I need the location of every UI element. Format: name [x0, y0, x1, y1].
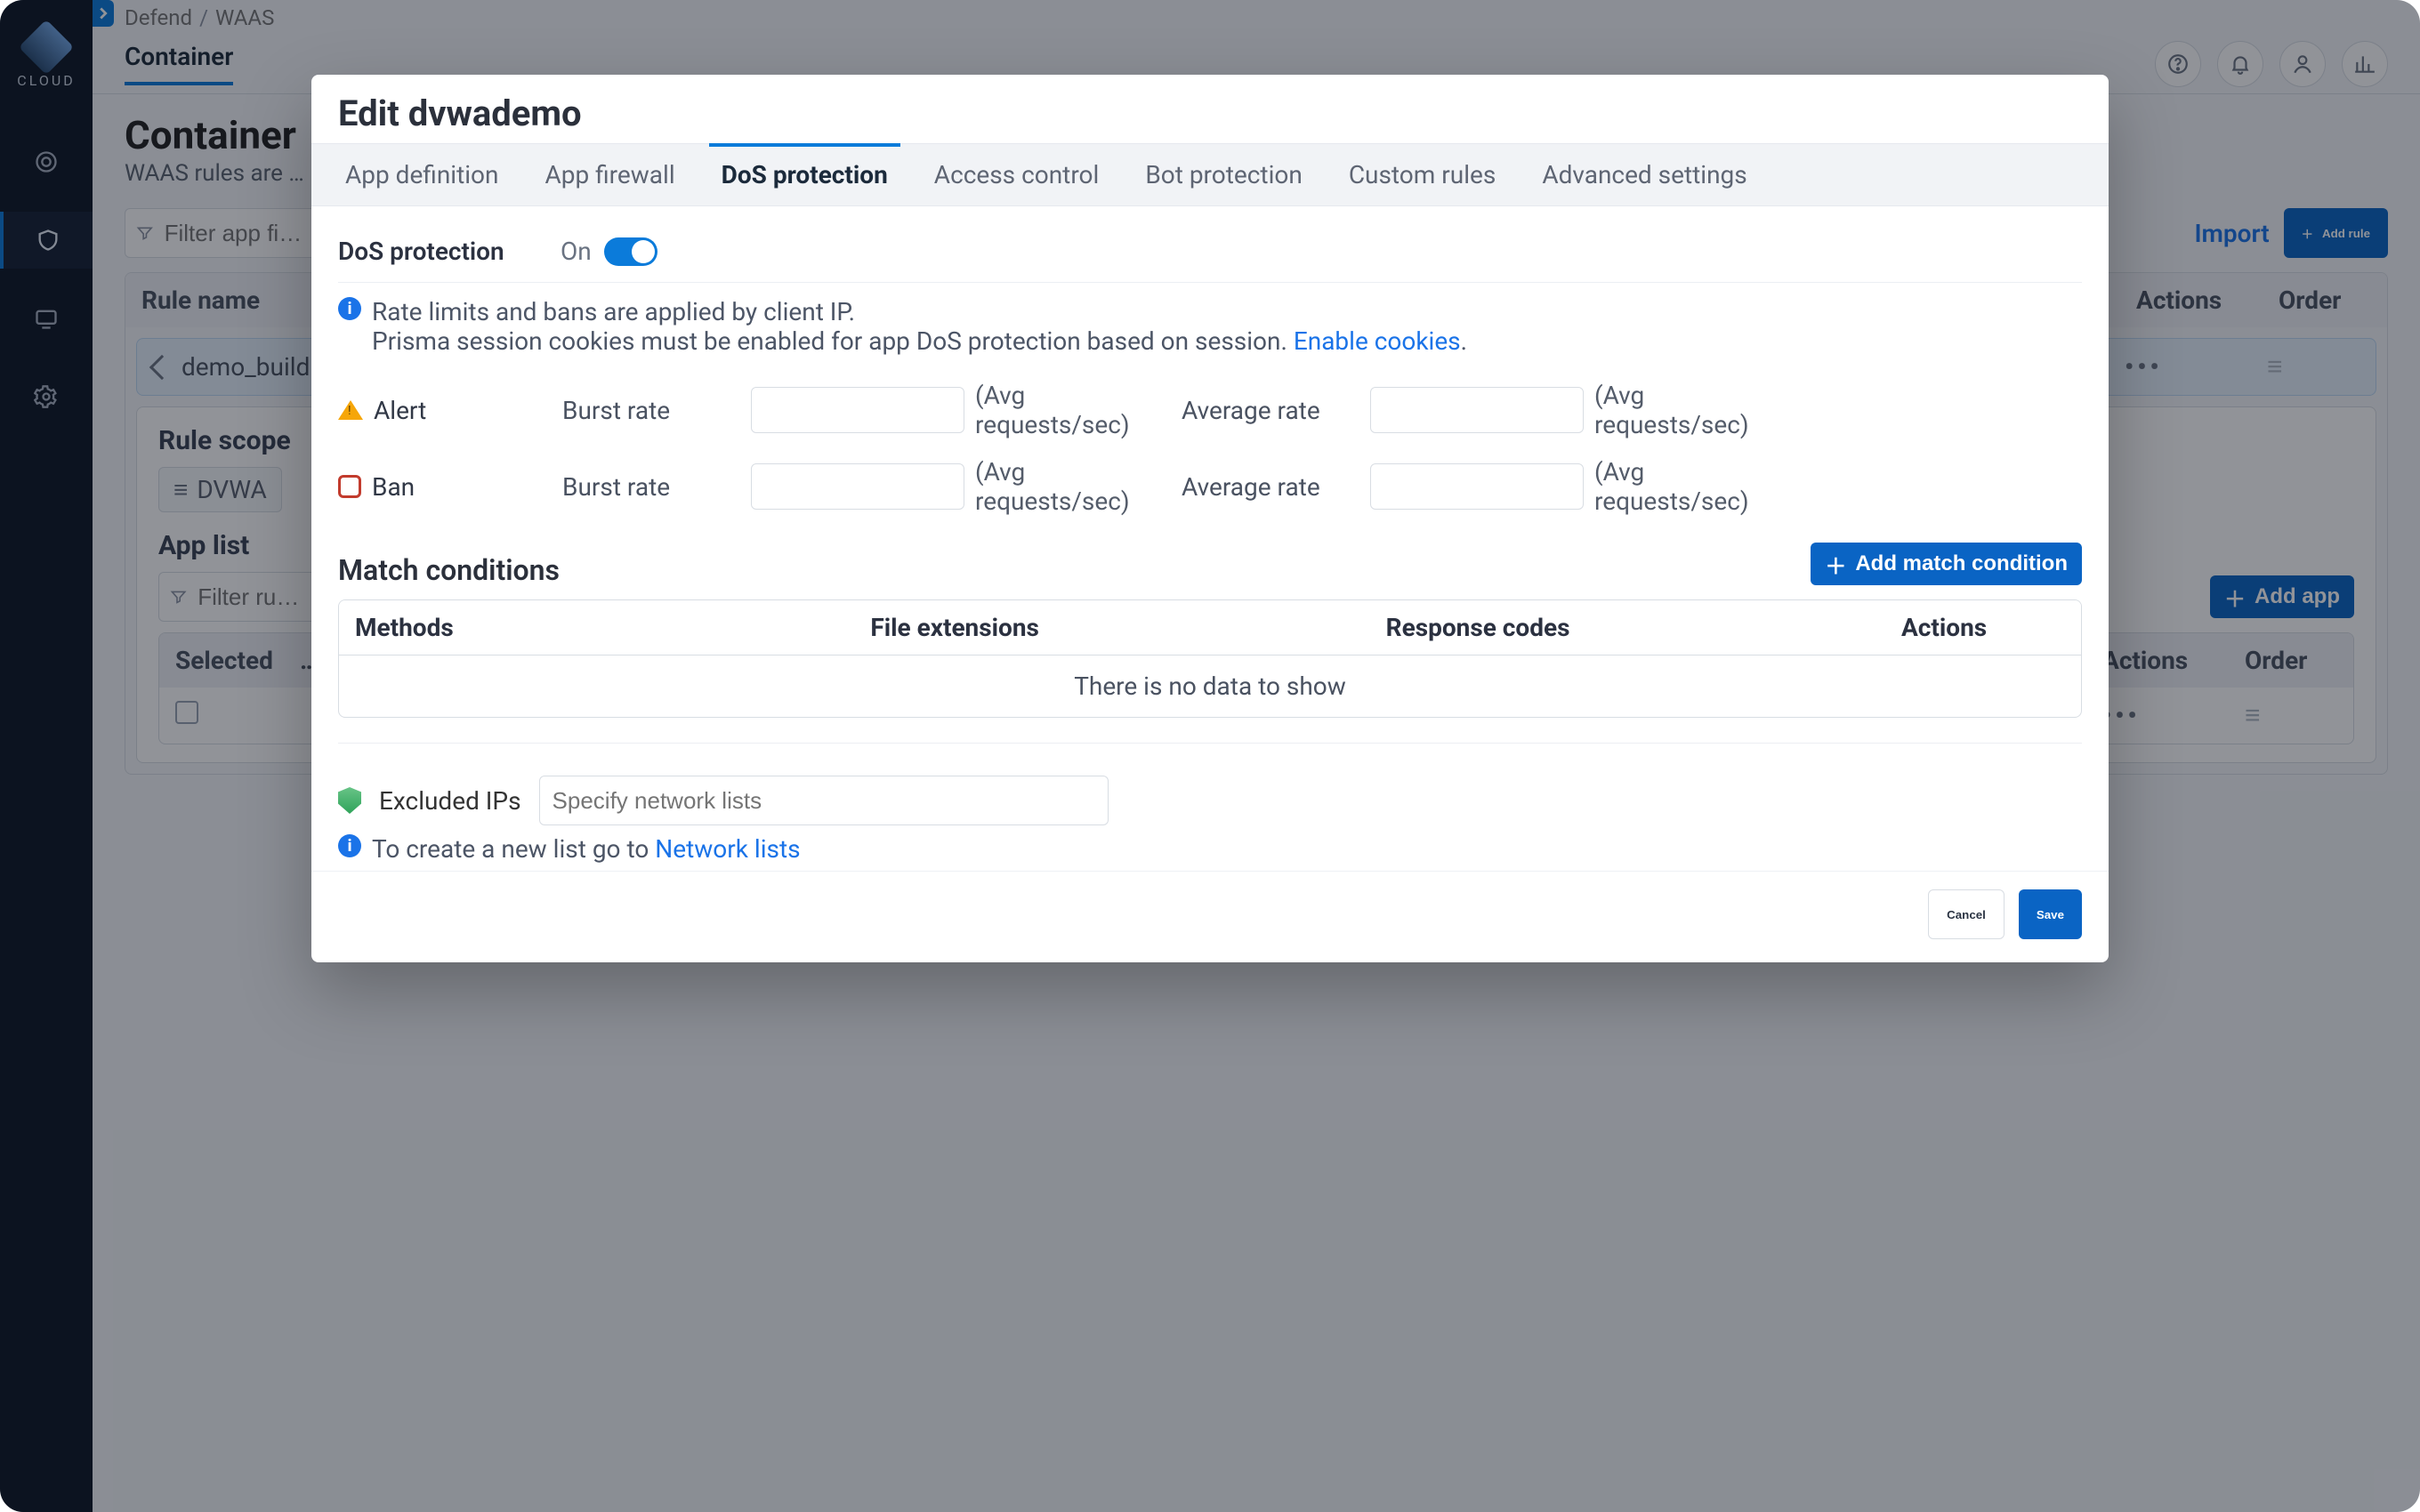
- warning-icon: [338, 400, 363, 420]
- ban-icon: [338, 475, 361, 498]
- alert-avg-input[interactable]: [1370, 387, 1584, 433]
- alert-burst-label: Burst rate: [562, 396, 740, 425]
- tab-dos-protection[interactable]: DoS protection: [714, 144, 895, 205]
- dos-info-line-2-prefix: Prisma session cookies must be enabled f…: [372, 326, 1294, 356]
- dos-label: DoS protection: [338, 237, 561, 266]
- plus-icon: ＋: [1825, 549, 1846, 580]
- cancel-label: Cancel: [1947, 908, 1986, 921]
- enable-cookies-link[interactable]: Enable cookies: [1294, 326, 1461, 356]
- modal-tabs: App definition App firewall DoS protecti…: [311, 143, 2109, 206]
- edit-app-modal: Edit dvwademo App definition App firewal…: [311, 75, 2109, 962]
- dos-info-line-2: Prisma session cookies must be enabled f…: [372, 326, 1467, 356]
- tab-access-control[interactable]: Access control: [927, 144, 1107, 205]
- tab-bot-protection[interactable]: Bot protection: [1138, 144, 1310, 205]
- save-label: Save: [2037, 908, 2064, 921]
- ban-burst-hint: (Avg requests/sec): [975, 457, 1171, 516]
- shield-icon: [338, 787, 361, 814]
- add-match-condition-button[interactable]: ＋ Add match condition: [1811, 543, 2082, 585]
- excluded-note-prefix: To create a new list go to: [372, 834, 655, 864]
- mt-th-response-codes: Response codes: [1370, 600, 1885, 655]
- ban-label: Ban: [372, 472, 415, 502]
- info-icon: i: [338, 297, 361, 320]
- excluded-ips-input[interactable]: [539, 776, 1109, 825]
- tab-app-firewall[interactable]: App firewall: [537, 144, 682, 205]
- tab-app-definition[interactable]: App definition: [338, 144, 505, 205]
- cancel-button[interactable]: Cancel: [1928, 889, 2005, 939]
- save-button[interactable]: Save: [2019, 889, 2082, 939]
- dos-info-line-1: Rate limits and bans are applied by clie…: [372, 297, 1467, 326]
- add-match-condition-label: Add match condition: [1855, 551, 2068, 576]
- modal-title: Edit dvwademo: [338, 92, 2082, 134]
- match-empty: There is no data to show: [339, 655, 2081, 717]
- alert-avg-label: Average rate: [1182, 396, 1359, 425]
- alert-burst-input[interactable]: [751, 387, 964, 433]
- ban-avg-label: Average rate: [1182, 472, 1359, 502]
- network-lists-link[interactable]: Network lists: [655, 834, 800, 864]
- info-icon: i: [338, 834, 361, 857]
- ban-burst-label: Burst rate: [562, 472, 740, 502]
- mt-th-methods: Methods: [339, 600, 854, 655]
- dos-toggle[interactable]: [604, 237, 657, 266]
- excluded-ips-label: Excluded IPs: [379, 786, 521, 816]
- alert-label: Alert: [374, 396, 426, 425]
- ban-avg-input[interactable]: [1370, 463, 1584, 510]
- ban-avg-hint: (Avg requests/sec): [1594, 457, 1790, 516]
- mt-th-actions: Actions: [1885, 600, 2081, 655]
- match-title: Match conditions: [338, 553, 560, 587]
- alert-avg-hint: (Avg requests/sec): [1594, 381, 1790, 439]
- ban-burst-input[interactable]: [751, 463, 964, 510]
- mt-th-file-ext: File extensions: [854, 600, 1369, 655]
- tab-custom-rules[interactable]: Custom rules: [1342, 144, 1504, 205]
- match-table: Methods File extensions Response codes A…: [338, 599, 2082, 718]
- tab-advanced-settings[interactable]: Advanced settings: [1535, 144, 1754, 205]
- dos-state-label: On: [561, 237, 592, 266]
- alert-burst-hint: (Avg requests/sec): [975, 381, 1171, 439]
